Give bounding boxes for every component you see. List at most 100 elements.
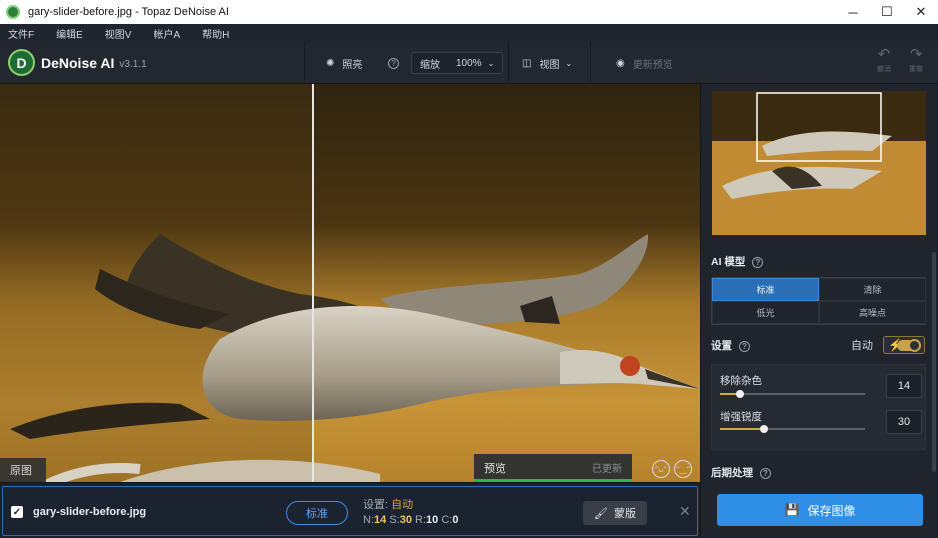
floppy-disk-icon: 💾 [784, 503, 800, 517]
brand-version: v3.1.1 [119, 58, 147, 70]
settings-sliders: 移除杂色 14 增强锐度 30 [711, 364, 926, 450]
zoom-control[interactable]: 缩放 100% ⌄ [411, 42, 504, 84]
undo-button[interactable]: ↶ 撤消 [868, 46, 900, 74]
toolbar-separator [508, 42, 509, 84]
slider-fill [720, 428, 764, 430]
maximize-button[interactable]: ☐ [870, 0, 904, 24]
auto-settings-row: 自动 ⚡ [851, 336, 925, 354]
comparison-slider-handle[interactable] [312, 84, 314, 482]
view-button[interactable]: ◫ 视图 ⌄ [522, 42, 572, 84]
redo-button[interactable]: ↷ 重做 [900, 46, 932, 74]
s-value: 30 [399, 514, 412, 526]
question-circle-icon[interactable]: ? [759, 468, 771, 479]
model-clear-button[interactable]: 清除 [819, 278, 926, 301]
zoom-select[interactable]: 缩放 100% ⌄ [411, 52, 504, 74]
remove-noise-slider[interactable] [720, 390, 865, 398]
redo-label: 重做 [909, 66, 923, 73]
panel-scrollbar[interactable] [932, 252, 936, 472]
post-processing-heading: 后期处理 ? [711, 465, 771, 480]
preview-status-bar: 预览 已更新 [474, 454, 632, 482]
question-circle-icon[interactable]: ? [752, 257, 764, 268]
chevron-down-icon: ⌄ [565, 58, 573, 68]
close-window-button[interactable]: ✕ [904, 0, 938, 24]
mask-button[interactable]: 🖌 蒙版 [583, 501, 647, 525]
n-value: 14 [374, 514, 387, 526]
auto-toggle[interactable]: ⚡ [883, 336, 925, 354]
smile-face-icon[interactable]: ᵔᴗᵔ [652, 460, 670, 478]
lighting-label: 照亮 [342, 59, 363, 71]
model-pill-button[interactable]: 标准 [286, 501, 348, 525]
menu-view[interactable]: 视图V [105, 26, 132, 41]
undo-redo-group: ↶ 撤消 ↷ 重做 [868, 46, 932, 74]
update-preview-button[interactable]: ◉ 更新预览 [616, 42, 673, 84]
preview-status: 已更新 [592, 464, 622, 475]
file-card[interactable]: ✓ gary-slider-before.jpg 标准 设置: 自动 N:14 … [2, 486, 698, 536]
thumbnail-image [712, 91, 926, 235]
question-circle-icon[interactable]: ? [738, 341, 750, 352]
undo-arrow-icon: ↶ [877, 46, 891, 63]
redo-arrow-icon: ↷ [909, 46, 923, 63]
save-area: 💾 保存图像 [700, 482, 938, 538]
image-canvas[interactable]: 原图 预览 已更新 ᵔᴗᵔ ᵔ‿ᵔ [0, 84, 700, 482]
app-logo-icon [6, 5, 20, 19]
brand: D DeNoise AI v3.1.1 [8, 49, 147, 76]
undo-label: 撤消 [877, 66, 891, 73]
menu-help[interactable]: 帮助H [202, 26, 229, 41]
remove-file-close-icon[interactable]: ✕ [679, 503, 691, 520]
enhance-sharpness-slider[interactable] [720, 425, 865, 433]
toolbar-separator [590, 42, 591, 84]
settings-heading: 设置 ? [711, 338, 750, 353]
navigator-thumbnail[interactable] [712, 91, 926, 235]
menu-file[interactable]: 文件F [8, 26, 34, 41]
r-label: R: [415, 514, 427, 526]
menu-edit[interactable]: 编辑E [56, 26, 83, 41]
chevron-down-icon: ⌄ [487, 58, 495, 68]
file-settings-summary: 设置: 自动 N:14 S:30 R:10 C:0 [363, 498, 458, 528]
lighting-button[interactable]: ✺ 照亮 [326, 42, 362, 84]
remove-noise-label: 移除杂色 [720, 375, 762, 387]
model-low-light-button[interactable]: 低光 [712, 301, 819, 324]
settings-title: 设置 [711, 340, 732, 352]
menu-bar: 文件F 编辑E 视图V 帐户A 帮助H [0, 24, 938, 42]
window-controls: ─ ☐ ✕ [836, 0, 938, 24]
auto-label: 自动 [851, 340, 873, 352]
post-processing-title: 后期处理 [711, 467, 753, 479]
r-value: 10 [426, 514, 439, 526]
model-severe-noise-button[interactable]: 高噪点 [819, 301, 926, 324]
enhance-sharpness-value-input[interactable]: 30 [886, 410, 922, 434]
eye-icon: ◉ [616, 57, 625, 69]
minimize-button[interactable]: ─ [836, 0, 870, 24]
save-label: 保存图像 [807, 503, 856, 518]
window-titlebar: gary-slider-before.jpg - Topaz DeNoise A… [0, 0, 938, 24]
preview-label: 预览 [484, 463, 506, 475]
brush-icon: 🖌 [594, 507, 608, 520]
c-label: C: [441, 514, 453, 526]
sun-icon: ✺ [326, 57, 335, 69]
save-image-button[interactable]: 💾 保存图像 [717, 494, 923, 526]
slider-thumb[interactable] [760, 425, 768, 433]
s-label: S: [389, 514, 400, 526]
feedback-group: ᵔᴗᵔ ᵔ‿ᵔ [648, 460, 692, 478]
question-circle-icon: ? [388, 57, 399, 69]
enhance-sharpness-label: 增强锐度 [720, 411, 762, 423]
settings-prefix: 设置: [363, 499, 389, 511]
ai-model-selector: 标准 清除 低光 高噪点 [711, 277, 926, 325]
toolbar: D DeNoise AI v3.1.1 ✺ 照亮 ? 缩放 100% ⌄ ◫ 视… [0, 42, 938, 84]
view-label: 视图 [539, 59, 560, 71]
settings-mode: 自动 [391, 499, 414, 511]
original-label: 原图 [0, 458, 46, 482]
file-checkbox[interactable]: ✓ [11, 506, 23, 518]
mask-label: 蒙版 [613, 508, 636, 520]
menu-account[interactable]: 帐户A [153, 26, 180, 41]
c-value: 0 [452, 514, 459, 526]
bird-photo [0, 84, 700, 482]
model-standard-button[interactable]: 标准 [712, 278, 819, 301]
remove-noise-value-input[interactable]: 14 [886, 374, 922, 398]
toggle-knob [908, 339, 921, 352]
split-view-icon: ◫ [522, 57, 532, 69]
zoom-label: 缩放 [420, 59, 440, 71]
slider-thumb[interactable] [736, 390, 744, 398]
lighting-help-button[interactable]: ? [384, 42, 399, 84]
neutral-face-icon[interactable]: ᵔ‿ᵔ [674, 460, 692, 478]
window-title: gary-slider-before.jpg - Topaz DeNoise A… [28, 6, 229, 18]
